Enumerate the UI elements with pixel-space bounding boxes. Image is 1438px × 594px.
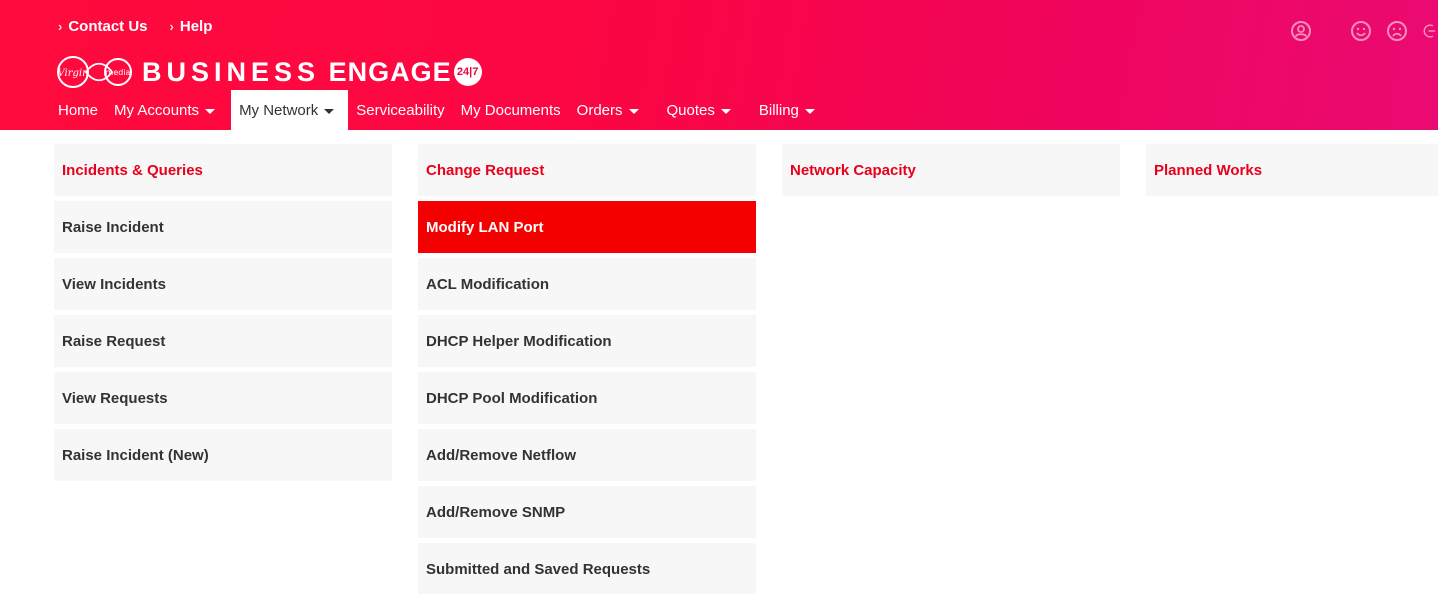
menu-item-raise-incident-new[interactable]: Raise Incident (New) [54,429,392,481]
svg-text:media: media [106,68,131,77]
virgin-media-logo: Virgin media [57,56,132,88]
site-header: › Contact Us › Help Virgin media BUSINES… [0,0,1438,130]
brand-title-business: BUSINESS [142,56,321,87]
nav-label: My Documents [460,101,561,119]
menu-column-network-capacity: Network Capacity [782,144,1120,201]
menu-item-submitted-saved-requests[interactable]: Submitted and Saved Requests [418,543,756,594]
nav-label: Billing [758,101,799,119]
menu-heading-change-request[interactable]: Change Request [418,144,756,196]
brand-title: BUSINESS ENGAGE [142,57,452,88]
menu-item-raise-incident[interactable]: Raise Incident [54,201,392,253]
nav-home[interactable]: Home [50,90,106,130]
menu-item-view-incidents[interactable]: View Incidents [54,258,392,310]
help-link[interactable]: › Help [170,18,213,35]
brand-title-engage: ENGAGE [328,56,452,87]
nav-label: Home [58,101,99,119]
brand-logo[interactable]: Virgin media BUSINESS ENGAGE 24|7 [56,52,482,92]
menu-item-acl-modification[interactable]: ACL Modification [418,258,756,310]
menu-column-change-request: Change Request Modify LAN Port ACL Modif… [418,144,756,594]
header-icons [1290,20,1438,42]
sad-face-icon[interactable] [1386,20,1408,42]
menu-item-add-remove-snmp[interactable]: Add/Remove SNMP [418,486,756,538]
nav-label: Orders [576,101,623,119]
menu-column-incidents: Incidents & Queries Raise Incident View … [54,144,392,486]
user-icon[interactable] [1290,20,1312,42]
nav-label: My Accounts [114,101,200,119]
nav-label: Serviceability [356,101,445,119]
nav-label: Quotes [666,101,715,119]
help-label: Help [179,18,213,35]
menu-item-view-requests[interactable]: View Requests [54,372,392,424]
nav-my-network[interactable]: My Network [231,90,349,130]
menu-column-planned-works: Planned Works [1146,144,1438,201]
menu-item-raise-request[interactable]: Raise Request [54,315,392,367]
chevron-right-icon: › [169,19,174,34]
caret-down-icon [205,108,216,114]
caret-down-icon [324,108,335,114]
svg-text:Virgin: Virgin [57,68,88,79]
menu-item-add-remove-netflow[interactable]: Add/Remove Netflow [418,429,756,481]
caret-down-icon [628,108,639,114]
nav-serviceability[interactable]: Serviceability [348,90,452,130]
contact-us-link[interactable]: › Contact Us [58,18,148,35]
menu-item-dhcp-helper-modification[interactable]: DHCP Helper Modification [418,315,756,367]
nav-label: My Network [239,101,319,119]
logout-icon[interactable] [1422,20,1438,42]
contact-us-label: Contact Us [68,18,148,35]
nav-billing[interactable]: Billing [751,90,823,130]
top-links: › Contact Us › Help [58,18,212,35]
menu-item-modify-lan-port[interactable]: Modify LAN Port [418,201,756,253]
caret-down-icon [720,108,731,114]
nav-quotes[interactable]: Quotes [659,90,739,130]
nav-orders[interactable]: Orders [569,90,647,130]
caret-down-icon [804,108,815,114]
menu-heading-network-capacity[interactable]: Network Capacity [782,144,1120,196]
nav-my-accounts[interactable]: My Accounts [106,90,223,130]
menu-item-dhcp-pool-modification[interactable]: DHCP Pool Modification [418,372,756,424]
nav-my-documents[interactable]: My Documents [453,90,569,130]
chevron-right-icon: › [58,19,63,34]
main-nav: Home My Accounts My Network Serviceabili… [50,90,823,130]
menu-heading-planned-works[interactable]: Planned Works [1146,144,1438,196]
menu-heading-incidents-queries[interactable]: Incidents & Queries [54,144,392,196]
smiley-icon[interactable] [1350,20,1372,42]
badge-247: 24|7 [453,58,482,86]
